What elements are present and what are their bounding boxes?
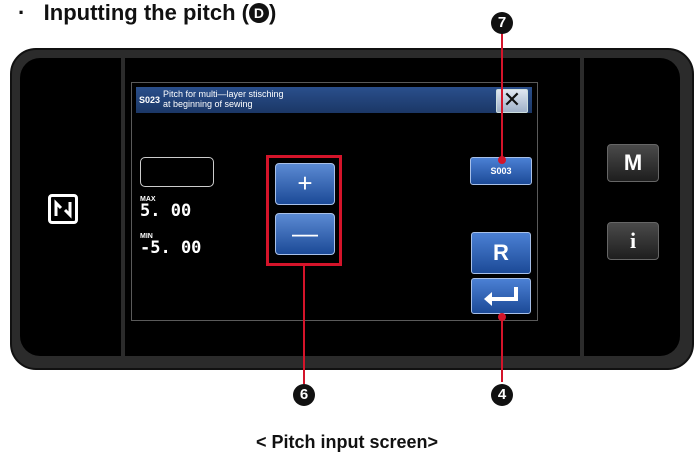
dialog-title-line2: at beginning of sewing (163, 99, 253, 109)
leader-dot-7 (498, 156, 506, 164)
info-button[interactable]: i (607, 222, 659, 260)
heading-close: ) (268, 0, 277, 25)
heading-bullet: · (18, 0, 26, 25)
leader-line-4 (501, 316, 503, 382)
heading-text: Inputting the pitch ( (43, 0, 249, 25)
pitch-value-field[interactable] (140, 157, 214, 187)
enter-button[interactable] (471, 278, 531, 314)
dialog-title: Pitch for multi—layer stisching at begin… (163, 89, 284, 109)
instruction-heading: · Inputting the pitch (D) (18, 0, 276, 26)
callout-7: 7 (491, 12, 513, 34)
figure-caption: < Pitch input screen> (255, 432, 439, 452)
max-value: 5. 00 (140, 201, 192, 221)
leader-line-7 (501, 32, 503, 160)
callout-6: 6 (293, 384, 315, 406)
circled-letter-d: D (248, 3, 269, 23)
dialog-code: S023 (139, 95, 161, 105)
m-button[interactable]: M (607, 144, 659, 182)
leader-dot-4 (498, 313, 506, 321)
leader-line-6 (303, 266, 305, 384)
plus-minus-highlight (266, 155, 342, 266)
enter-icon (484, 287, 518, 306)
dialog-title-line1: Pitch for multi—layer stisching (163, 89, 284, 99)
nfc-icon (48, 194, 78, 224)
reset-button[interactable]: R (471, 232, 531, 274)
callout-4: 4 (491, 384, 513, 406)
min-value: -5. 00 (140, 238, 202, 258)
dialog-title-bar: S023 Pitch for multi—layer stisching at … (136, 87, 532, 113)
close-icon: ✕ (502, 87, 522, 112)
panel-right-section: M i (584, 58, 680, 356)
panel-left-section (20, 58, 121, 356)
